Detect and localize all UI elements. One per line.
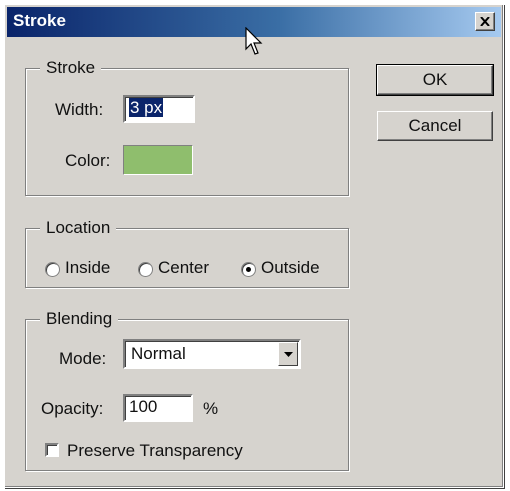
preserve-transparency-label: Preserve Transparency (67, 441, 243, 460)
opacity-input[interactable]: 100 (123, 394, 193, 422)
mode-select-value: Normal (131, 344, 186, 363)
close-button[interactable] (475, 12, 495, 31)
radio-center-label: Center (158, 258, 210, 277)
width-input-value: 3 px (129, 98, 164, 117)
close-icon (480, 17, 490, 26)
mode-dropdown-button[interactable] (278, 342, 298, 366)
width-input[interactable]: 3 px (123, 95, 195, 123)
color-swatch[interactable] (123, 145, 193, 175)
opacity-label: Opacity: (41, 399, 104, 418)
blending-legend: Blending (40, 308, 119, 330)
mode-select[interactable]: Normal (123, 339, 301, 369)
mode-label: Mode: (59, 349, 107, 368)
opacity-unit: % (203, 399, 219, 418)
preserve-transparency-checkbox[interactable] (45, 443, 59, 457)
width-label: Width: (55, 100, 104, 119)
radio-inside-label: Inside (65, 258, 111, 277)
color-label: Color: (65, 151, 111, 170)
chevron-down-icon (283, 351, 293, 357)
stroke-group: Stroke (25, 57, 349, 196)
mouse-cursor-icon (245, 27, 263, 55)
stroke-legend: Stroke (40, 57, 102, 79)
location-legend: Location (40, 217, 117, 239)
cancel-button[interactable]: Cancel (377, 111, 493, 141)
window-title: Stroke (13, 11, 66, 30)
ok-button[interactable]: OK (376, 64, 494, 96)
radio-outside-label: Outside (261, 258, 320, 277)
radio-inside[interactable] (45, 262, 60, 277)
radio-outside[interactable] (241, 262, 256, 277)
radio-center[interactable] (138, 262, 153, 277)
stroke-dialog: Stroke OK Cancel Stroke Width: 3 px Colo… (4, 4, 504, 488)
